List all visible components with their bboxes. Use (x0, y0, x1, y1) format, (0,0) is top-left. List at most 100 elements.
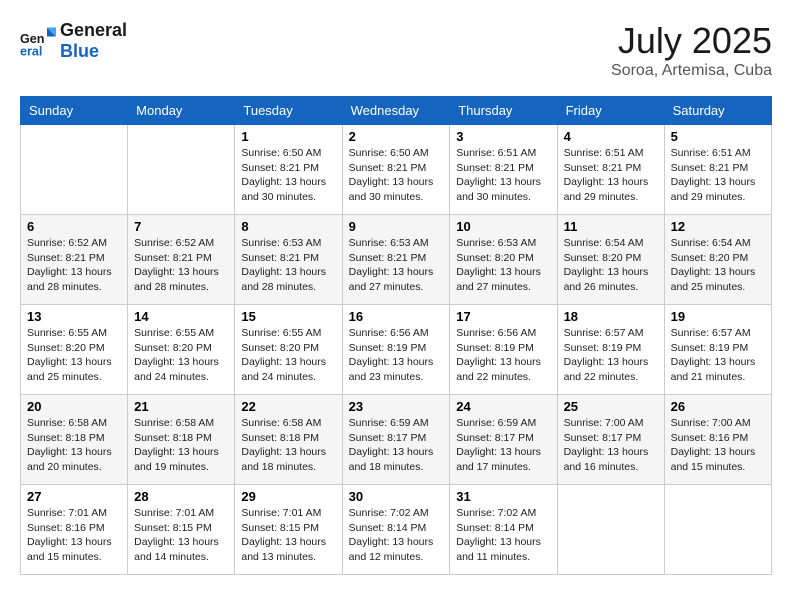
day-info: Sunrise: 6:53 AMSunset: 8:21 PMDaylight:… (241, 236, 335, 295)
logo-text: General Blue (60, 20, 127, 62)
day-info: Sunrise: 6:52 AMSunset: 8:21 PMDaylight:… (27, 236, 121, 295)
day-info: Sunrise: 6:57 AMSunset: 8:19 PMDaylight:… (564, 326, 658, 385)
svg-text:eral: eral (20, 44, 42, 58)
day-number: 7 (134, 219, 228, 234)
day-info: Sunrise: 7:02 AMSunset: 8:14 PMDaylight:… (349, 506, 444, 565)
day-number: 29 (241, 489, 335, 504)
calendar-day-29: 29 Sunrise: 7:01 AMSunset: 8:15 PMDayligh… (235, 485, 342, 575)
day-header-saturday: Saturday (664, 97, 771, 125)
day-info: Sunrise: 6:51 AMSunset: 8:21 PMDaylight:… (671, 146, 765, 205)
day-number: 12 (671, 219, 765, 234)
day-header-tuesday: Tuesday (235, 97, 342, 125)
day-number: 1 (241, 129, 335, 144)
day-number: 19 (671, 309, 765, 324)
day-number: 2 (349, 129, 444, 144)
title-block: July 2025 Soroa, Artemisa, Cuba (611, 20, 772, 80)
calendar-day-9: 9 Sunrise: 6:53 AMSunset: 8:21 PMDaylight… (342, 215, 450, 305)
day-number: 10 (456, 219, 550, 234)
calendar-day-3: 3 Sunrise: 6:51 AMSunset: 8:21 PMDaylight… (450, 125, 557, 215)
day-header-sunday: Sunday (21, 97, 128, 125)
day-info: Sunrise: 6:54 AMSunset: 8:20 PMDaylight:… (671, 236, 765, 295)
calendar-table: SundayMondayTuesdayWednesdayThursdayFrid… (20, 96, 772, 575)
day-info: Sunrise: 6:51 AMSunset: 8:21 PMDaylight:… (564, 146, 658, 205)
day-info: Sunrise: 7:01 AMSunset: 8:16 PMDaylight:… (27, 506, 121, 565)
day-info: Sunrise: 6:58 AMSunset: 8:18 PMDaylight:… (134, 416, 228, 475)
calendar-week-row: 6 Sunrise: 6:52 AMSunset: 8:21 PMDaylight… (21, 215, 772, 305)
day-info: Sunrise: 7:01 AMSunset: 8:15 PMDaylight:… (134, 506, 228, 565)
day-number: 6 (27, 219, 121, 234)
day-number: 18 (564, 309, 658, 324)
empty-day (128, 125, 235, 215)
calendar-day-10: 10 Sunrise: 6:53 AMSunset: 8:20 PMDayligh… (450, 215, 557, 305)
day-number: 27 (27, 489, 121, 504)
calendar-day-22: 22Sunrise: 6:58 AMSunset: 8:18 PMDayligh… (235, 395, 342, 485)
day-number: 16 (349, 309, 444, 324)
day-number: 26 (671, 399, 765, 414)
calendar-day-8: 8 Sunrise: 6:53 AMSunset: 8:21 PMDaylight… (235, 215, 342, 305)
calendar-day-21: 21 Sunrise: 6:58 AMSunset: 8:18 PMDayligh… (128, 395, 235, 485)
logo-icon: Gen eral (20, 23, 56, 59)
location-title: Soroa, Artemisa, Cuba (611, 62, 772, 80)
empty-day (664, 485, 771, 575)
calendar-day-5: 5 Sunrise: 6:51 AMSunset: 8:21 PMDaylight… (664, 125, 771, 215)
day-number: 13 (27, 309, 121, 324)
day-header-friday: Friday (557, 97, 664, 125)
calendar-day-31: 31Sunrise: 7:02 AMSunset: 8:14 PMDayligh… (450, 485, 557, 575)
day-number: 24 (456, 399, 550, 414)
month-title: July 2025 (611, 20, 772, 62)
calendar-day-27: 27 Sunrise: 7:01 AMSunset: 8:16 PMDayligh… (21, 485, 128, 575)
day-info: Sunrise: 6:56 AMSunset: 8:19 PMDaylight:… (349, 326, 444, 385)
logo: Gen eral General Blue (20, 20, 127, 62)
day-number: 21 (134, 399, 228, 414)
day-info: Sunrise: 6:53 AMSunset: 8:21 PMDaylight:… (349, 236, 444, 295)
calendar-day-23: 23 Sunrise: 6:59 AMSunset: 8:17 PMDayligh… (342, 395, 450, 485)
day-info: Sunrise: 6:59 AMSunset: 8:17 PMDaylight:… (456, 416, 550, 475)
empty-day (557, 485, 664, 575)
logo-blue-text: Blue (60, 41, 127, 62)
calendar-week-row: 1 Sunrise: 6:50 AMSunset: 8:21 PMDaylight… (21, 125, 772, 215)
day-info: Sunrise: 7:00 AMSunset: 8:16 PMDaylight:… (671, 416, 765, 475)
day-number: 30 (349, 489, 444, 504)
page-header: Gen eral General Blue July 2025 Soroa, A… (20, 20, 772, 80)
day-number: 11 (564, 219, 658, 234)
calendar-day-4: 4 Sunrise: 6:51 AMSunset: 8:21 PMDaylight… (557, 125, 664, 215)
calendar-day-28: 28Sunrise: 7:01 AMSunset: 8:15 PMDayligh… (128, 485, 235, 575)
calendar-day-12: 12 Sunrise: 6:54 AMSunset: 8:20 PMDayligh… (664, 215, 771, 305)
day-info: Sunrise: 6:51 AMSunset: 8:21 PMDaylight:… (456, 146, 550, 205)
day-number: 25 (564, 399, 658, 414)
day-number: 20 (27, 399, 121, 414)
calendar-day-1: 1 Sunrise: 6:50 AMSunset: 8:21 PMDaylight… (235, 125, 342, 215)
day-info: Sunrise: 6:59 AMSunset: 8:17 PMDaylight:… (349, 416, 444, 475)
day-info: Sunrise: 6:55 AMSunset: 8:20 PMDaylight:… (27, 326, 121, 385)
day-info: Sunrise: 7:02 AMSunset: 8:14 PMDaylight:… (456, 506, 550, 565)
day-number: 9 (349, 219, 444, 234)
day-number: 22 (241, 399, 335, 414)
calendar-day-16: 16 Sunrise: 6:56 AMSunset: 8:19 PMDayligh… (342, 305, 450, 395)
calendar-day-30: 30 Sunrise: 7:02 AMSunset: 8:14 PMDayligh… (342, 485, 450, 575)
day-info: Sunrise: 6:54 AMSunset: 8:20 PMDaylight:… (564, 236, 658, 295)
day-info: Sunrise: 7:00 AMSunset: 8:17 PMDaylight:… (564, 416, 658, 475)
day-info: Sunrise: 7:01 AMSunset: 8:15 PMDaylight:… (241, 506, 335, 565)
calendar-week-row: 27 Sunrise: 7:01 AMSunset: 8:16 PMDayligh… (21, 485, 772, 575)
day-number: 3 (456, 129, 550, 144)
day-info: Sunrise: 6:56 AMSunset: 8:19 PMDaylight:… (456, 326, 550, 385)
day-info: Sunrise: 6:52 AMSunset: 8:21 PMDaylight:… (134, 236, 228, 295)
day-number: 17 (456, 309, 550, 324)
day-number: 5 (671, 129, 765, 144)
day-info: Sunrise: 6:57 AMSunset: 8:19 PMDaylight:… (671, 326, 765, 385)
day-info: Sunrise: 6:50 AMSunset: 8:21 PMDaylight:… (241, 146, 335, 205)
calendar-day-24: 24 Sunrise: 6:59 AMSunset: 8:17 PMDayligh… (450, 395, 557, 485)
day-header-wednesday: Wednesday (342, 97, 450, 125)
day-number: 14 (134, 309, 228, 324)
day-number: 15 (241, 309, 335, 324)
calendar-day-7: 7 Sunrise: 6:52 AMSunset: 8:21 PMDaylight… (128, 215, 235, 305)
calendar-header-row: SundayMondayTuesdayWednesdayThursdayFrid… (21, 97, 772, 125)
day-number: 4 (564, 129, 658, 144)
day-info: Sunrise: 6:53 AMSunset: 8:20 PMDaylight:… (456, 236, 550, 295)
day-number: 23 (349, 399, 444, 414)
calendar-day-26: 26 Sunrise: 7:00 AMSunset: 8:16 PMDayligh… (664, 395, 771, 485)
day-info: Sunrise: 6:55 AMSunset: 8:20 PMDaylight:… (241, 326, 335, 385)
day-info: Sunrise: 6:55 AMSunset: 8:20 PMDaylight:… (134, 326, 228, 385)
day-number: 8 (241, 219, 335, 234)
day-header-thursday: Thursday (450, 97, 557, 125)
